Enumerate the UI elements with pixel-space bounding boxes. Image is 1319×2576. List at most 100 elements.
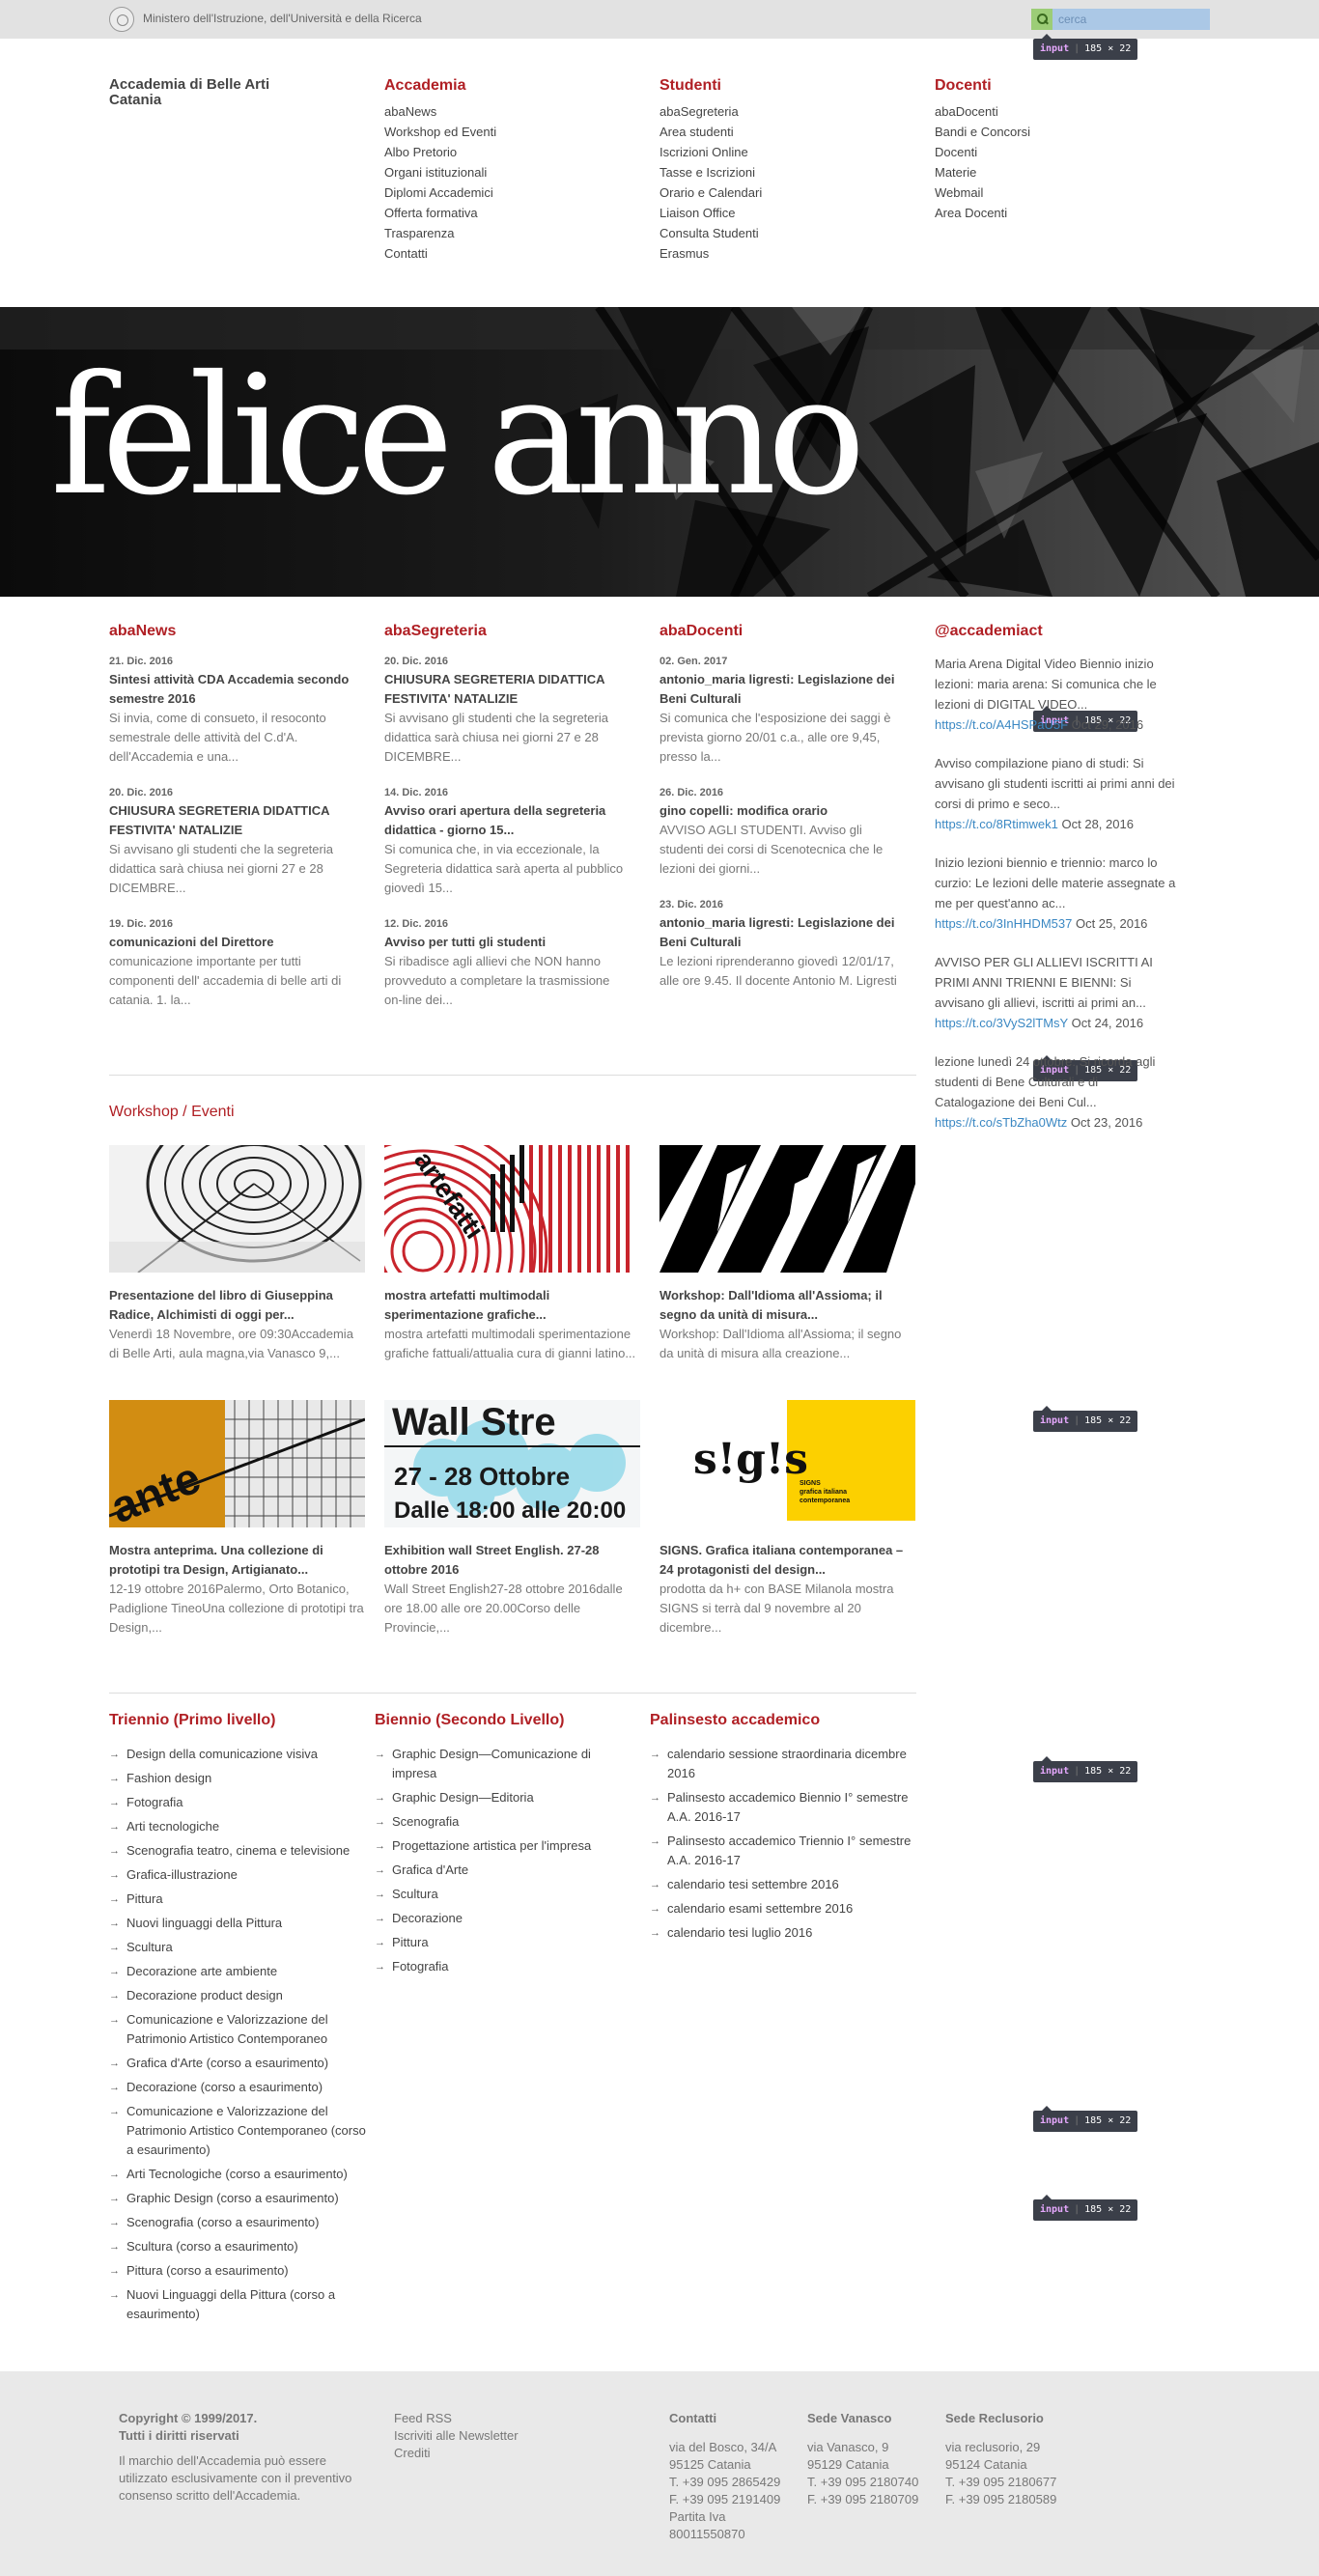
event-thumbnail[interactable]: [660, 1145, 915, 1273]
event-card[interactable]: Presentazione del libro di Giuseppina Ra…: [109, 1145, 365, 1363]
program-link[interactable]: Grafica d'Arte: [375, 1861, 616, 1880]
tweet-link[interactable]: https://t.co/8Rtimwek1: [935, 817, 1058, 831]
program-link[interactable]: Scenografia: [375, 1812, 616, 1832]
program-link[interactable]: Design della comunicazione visiva: [109, 1745, 370, 1764]
nav-link[interactable]: Offerta formativa: [384, 203, 616, 223]
event-title[interactable]: Presentazione del libro di Giuseppina Ra…: [109, 1286, 365, 1325]
program-link[interactable]: Graphic Design—Editoria: [375, 1788, 616, 1807]
news-title[interactable]: CHIUSURA SEGRETERIA DIDATTICA FESTIVITA'…: [109, 801, 351, 840]
program-link[interactable]: Scultura: [375, 1885, 616, 1904]
program-link[interactable]: Comunicazione e Valorizzazione del Patri…: [109, 2010, 370, 2049]
nav-link[interactable]: Iscrizioni Online: [660, 142, 891, 162]
program-link[interactable]: Nuovi linguaggi della Pittura: [109, 1914, 370, 1933]
nav-link[interactable]: Workshop ed Eventi: [384, 122, 616, 142]
news-item[interactable]: 20. Dic. 2016 CHIUSURA SEGRETERIA DIDATT…: [384, 654, 626, 767]
program-link[interactable]: Scenografia teatro, cinema e televisione: [109, 1841, 370, 1861]
nav-link[interactable]: Bandi e Concorsi: [935, 122, 1166, 142]
nav-link[interactable]: Materie: [935, 162, 1166, 182]
nav-link[interactable]: Orario e Calendari: [660, 182, 891, 203]
program-link[interactable]: Scenografia (corso a esaurimento): [109, 2213, 370, 2232]
nav-heading[interactable]: Accademia: [384, 77, 616, 95]
tweet-link[interactable]: https://t.co/A4HSPaU5F: [935, 717, 1068, 732]
column-title[interactable]: abaSegreteria: [384, 623, 626, 640]
news-item[interactable]: 26. Dic. 2016 gino copelli: modifica ora…: [660, 785, 901, 879]
program-link[interactable]: Grafica d'Arte (corso a esaurimento): [109, 2054, 370, 2073]
nav-heading[interactable]: Docenti: [935, 77, 1166, 95]
news-title[interactable]: Sintesi attività CDA Accademia secondo s…: [109, 670, 351, 709]
program-link[interactable]: Progettazione artistica per l'impresa: [375, 1836, 616, 1856]
site-logo[interactable]: Accademia di Belle Arti Catania: [109, 77, 273, 108]
nav-link[interactable]: Contatti: [384, 243, 616, 264]
news-item[interactable]: 23. Dic. 2016 antonio_maria ligresti: Le…: [660, 897, 901, 991]
program-title[interactable]: Biennio (Secondo Livello): [375, 1712, 616, 1729]
nav-link[interactable]: Albo Pretorio: [384, 142, 616, 162]
program-link[interactable]: calendario tesi luglio 2016: [650, 1923, 915, 1943]
column-title[interactable]: abaNews: [109, 623, 351, 640]
nav-link[interactable]: Liaison Office: [660, 203, 891, 223]
nav-link[interactable]: Tasse e Iscrizioni: [660, 162, 891, 182]
column-title[interactable]: abaDocenti: [660, 623, 901, 640]
news-item[interactable]: 20. Dic. 2016 CHIUSURA SEGRETERIA DIDATT…: [109, 785, 351, 898]
tweet-link[interactable]: https://t.co/sTbZha0Wtz: [935, 1115, 1067, 1130]
news-item[interactable]: 19. Dic. 2016 comunicazioni del Direttor…: [109, 916, 351, 1010]
nav-link[interactable]: Erasmus: [660, 243, 891, 264]
event-thumbnail[interactable]: [109, 1145, 365, 1273]
nav-link[interactable]: Area studenti: [660, 122, 891, 142]
program-link[interactable]: Palinsesto accademico Triennio I° semest…: [650, 1832, 915, 1870]
event-thumbnail[interactable]: artefatti: [384, 1145, 640, 1273]
news-title[interactable]: CHIUSURA SEGRETERIA DIDATTICA FESTIVITA'…: [384, 670, 626, 709]
program-link[interactable]: Decorazione: [375, 1909, 616, 1928]
nav-link[interactable]: abaSegreteria: [660, 101, 891, 122]
program-link[interactable]: Scultura: [109, 1938, 370, 1957]
program-link[interactable]: Decorazione (corso a esaurimento): [109, 2078, 370, 2097]
program-title[interactable]: Triennio (Primo livello): [109, 1712, 370, 1729]
nav-link[interactable]: Organi istituzionali: [384, 162, 616, 182]
hero-banner[interactable]: felice anno: [0, 307, 1319, 597]
nav-link[interactable]: Trasparenza: [384, 223, 616, 243]
program-link[interactable]: Decorazione product design: [109, 1986, 370, 2005]
event-thumbnail[interactable]: ante: [109, 1400, 365, 1527]
program-link[interactable]: Pittura: [375, 1933, 616, 1952]
program-link[interactable]: Arti tecnologiche: [109, 1817, 370, 1836]
program-link[interactable]: Graphic Design (corso a esaurimento): [109, 2189, 370, 2208]
event-card[interactable]: ante Mostra anteprima. Una collezione di…: [109, 1400, 365, 1638]
program-link[interactable]: Fashion design: [109, 1769, 370, 1788]
feed-rss-link[interactable]: Feed RSS: [394, 2410, 587, 2427]
nav-heading[interactable]: Studenti: [660, 77, 891, 95]
event-card[interactable]: s!g!s SIGNS grafica italiana contemporan…: [660, 1400, 915, 1638]
program-link[interactable]: Fotografia: [109, 1793, 370, 1812]
tweet-link[interactable]: https://t.co/3InHHDM537: [935, 916, 1072, 931]
nav-link[interactable]: Area Docenti: [935, 203, 1166, 223]
newsletter-link[interactable]: Iscriviti alle Newsletter: [394, 2427, 587, 2445]
program-link[interactable]: Decorazione arte ambiente: [109, 1962, 370, 1981]
program-link[interactable]: Arti Tecnologiche (corso a esaurimento): [109, 2165, 370, 2184]
program-link[interactable]: Pittura: [109, 1890, 370, 1909]
program-link[interactable]: Palinsesto accademico Biennio I° semestr…: [650, 1788, 915, 1827]
ministry-link[interactable]: Ministero dell'Istruzione, dell'Universi…: [143, 12, 422, 25]
search-icon[interactable]: [1031, 9, 1052, 30]
workshop-title[interactable]: Workshop / Eventi: [109, 1104, 235, 1121]
program-link[interactable]: Graphic Design—Comunicazione di impresa: [375, 1745, 616, 1783]
event-card[interactable]: Wall Stre 27 - 28 Ottobre Dalle 18:00 al…: [384, 1400, 640, 1638]
program-link[interactable]: Comunicazione e Valorizzazione del Patri…: [109, 2102, 370, 2160]
program-link[interactable]: Grafica-illustrazione: [109, 1865, 370, 1885]
event-title[interactable]: Mostra anteprima. Una collezione di prot…: [109, 1541, 365, 1580]
nav-link[interactable]: Consulta Studenti: [660, 223, 891, 243]
search-input[interactable]: [1054, 9, 1209, 30]
news-title[interactable]: comunicazioni del Direttore: [109, 933, 351, 952]
program-link[interactable]: Fotografia: [375, 1957, 616, 1976]
nav-link[interactable]: Diplomi Accademici: [384, 182, 616, 203]
event-title[interactable]: Exhibition wall Street English. 27-28 ot…: [384, 1541, 640, 1580]
news-title[interactable]: Avviso orari apertura della segreteria d…: [384, 801, 626, 840]
nav-link[interactable]: abaDocenti: [935, 101, 1166, 122]
program-link[interactable]: Pittura (corso a esaurimento): [109, 2261, 370, 2281]
program-link[interactable]: calendario tesi settembre 2016: [650, 1875, 915, 1894]
news-title[interactable]: gino copelli: modifica orario: [660, 801, 901, 821]
event-card[interactable]: artefatti mostra artefatti multimodali s…: [384, 1145, 640, 1363]
news-title[interactable]: antonio_maria ligresti: Legislazione dei…: [660, 670, 901, 709]
news-title[interactable]: Avviso per tutti gli studenti: [384, 933, 626, 952]
tweet-link[interactable]: https://t.co/3VyS2lTMsY: [935, 1016, 1068, 1030]
nav-link[interactable]: Webmail: [935, 182, 1166, 203]
news-title[interactable]: antonio_maria ligresti: Legislazione dei…: [660, 913, 901, 952]
nav-link[interactable]: abaNews: [384, 101, 616, 122]
